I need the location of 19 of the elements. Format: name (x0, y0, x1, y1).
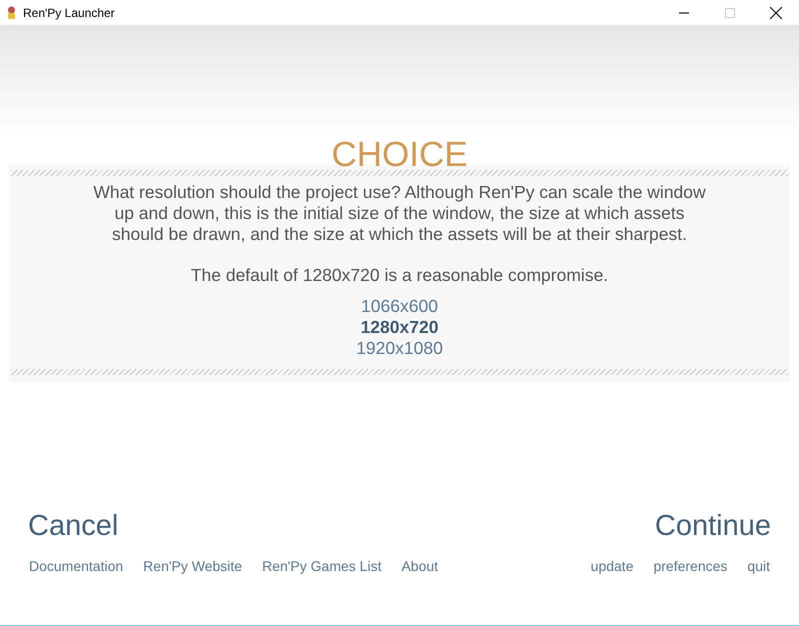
resolution-option[interactable]: 1066x600 (361, 296, 438, 317)
footer-link[interactable]: About (401, 556, 438, 577)
continue-button[interactable]: Continue (654, 510, 771, 542)
note-text: The default of 1280x720 is a reasonable compromise. (190, 265, 610, 286)
footer-link[interactable]: Ren'Py Games List (262, 556, 382, 577)
resolution-option[interactable]: 1920x1080 (356, 338, 443, 359)
maximize-icon (725, 8, 735, 18)
footer-link[interactable]: Documentation (29, 556, 124, 577)
page-heading: CHOICE (331, 135, 468, 175)
window-title: Ren'Py Launcher (23, 4, 115, 22)
footer-link[interactable]: update (590, 556, 634, 577)
footer-link[interactable]: quit (747, 556, 770, 577)
footer-link[interactable]: Ren'Py Website (143, 556, 242, 577)
resolution-option[interactable]: 1280x720 (360, 317, 438, 338)
footer-link[interactable]: preferences (653, 556, 728, 577)
cancel-button[interactable]: Cancel (28, 510, 118, 542)
app-icon (6, 6, 17, 20)
close-icon (770, 6, 782, 18)
description-text: What resolution should the project use? Although Ren'Py can scale the window up and down, this is the initial size of the window, the size at which assets should be drawn, and the size at which the assets will be at their sharpest. (92, 182, 707, 245)
